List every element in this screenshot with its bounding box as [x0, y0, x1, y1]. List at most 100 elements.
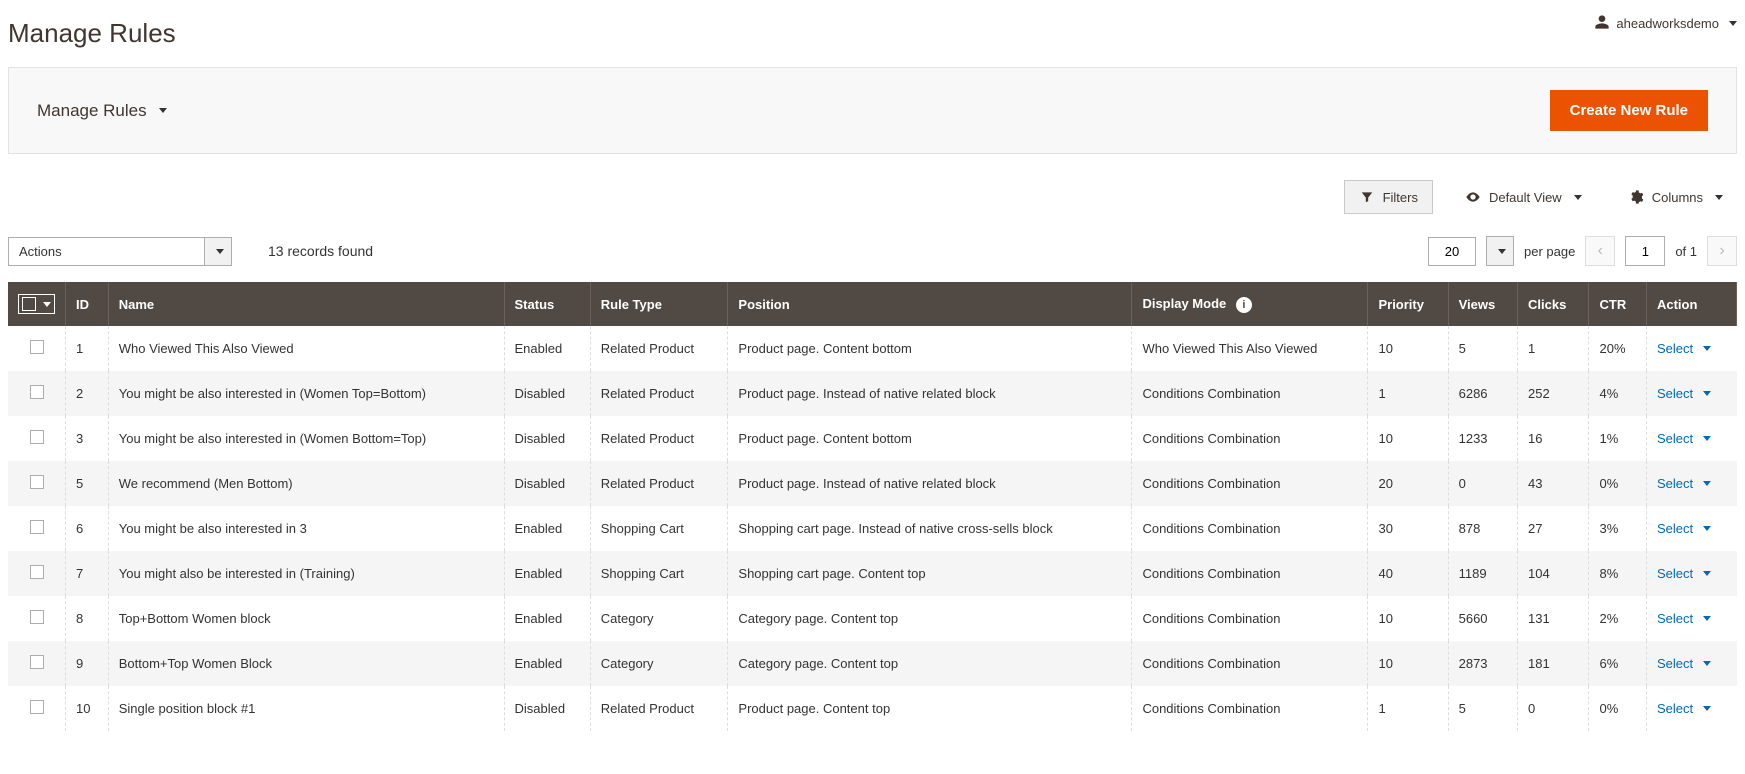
row-action-select[interactable]: Select: [1657, 476, 1711, 491]
cell-status: Disabled: [504, 416, 590, 461]
row-action-select[interactable]: Select: [1657, 386, 1711, 401]
chevron-down-icon: [1498, 249, 1506, 254]
cell-rule-type: Category: [590, 596, 728, 641]
cell-clicks: 181: [1518, 641, 1589, 686]
chevron-down-icon: [216, 249, 224, 254]
row-action-select[interactable]: Select: [1657, 701, 1711, 716]
cell-clicks: 1: [1518, 326, 1589, 371]
col-display-mode-label: Display Mode: [1142, 296, 1226, 311]
select-all-checkbox[interactable]: [18, 294, 55, 314]
cell-priority: 40: [1368, 551, 1448, 596]
chevron-down-icon: [1574, 195, 1582, 200]
cell-id: 3: [66, 416, 109, 461]
row-action-select[interactable]: Select: [1657, 521, 1711, 536]
cell-rule-type: Category: [590, 641, 728, 686]
row-action-select[interactable]: Select: [1657, 566, 1711, 581]
cell-ctr: 4%: [1589, 371, 1646, 416]
prev-page-button[interactable]: ‹: [1585, 236, 1615, 266]
cell-views: 6286: [1448, 371, 1517, 416]
row-checkbox[interactable]: [30, 610, 44, 624]
table-row[interactable]: 1Who Viewed This Also ViewedEnabledRelat…: [8, 326, 1737, 371]
cell-position: Category page. Content top: [728, 596, 1132, 641]
cell-status: Disabled: [504, 461, 590, 506]
user-menu[interactable]: aheadworksdemo: [1594, 14, 1737, 33]
cell-display-mode: Conditions Combination: [1132, 506, 1368, 551]
cell-priority: 20: [1368, 461, 1448, 506]
cell-views: 5: [1448, 326, 1517, 371]
cell-id: 8: [66, 596, 109, 641]
cell-views: 1189: [1448, 551, 1517, 596]
chevron-down-icon: [1703, 391, 1711, 396]
cell-status: Enabled: [504, 506, 590, 551]
actions-select[interactable]: Actions: [8, 237, 232, 266]
page-size-caret[interactable]: [1486, 236, 1514, 266]
table-row[interactable]: 3You might be also interested in (Women …: [8, 416, 1737, 461]
cell-views: 5660: [1448, 596, 1517, 641]
cell-id: 5: [66, 461, 109, 506]
filters-button[interactable]: Filters: [1344, 180, 1433, 214]
eye-icon: [1465, 189, 1481, 205]
col-priority[interactable]: Priority: [1368, 282, 1448, 326]
cell-ctr: 0%: [1589, 686, 1646, 731]
cell-position: Shopping cart page. Content top: [728, 551, 1132, 596]
col-position[interactable]: Position: [728, 282, 1132, 326]
cell-rule-type: Related Product: [590, 416, 728, 461]
cell-status: Disabled: [504, 686, 590, 731]
col-clicks[interactable]: Clicks: [1518, 282, 1589, 326]
table-row[interactable]: 2You might be also interested in (Women …: [8, 371, 1737, 416]
col-checkbox[interactable]: [8, 282, 66, 326]
row-checkbox[interactable]: [30, 385, 44, 399]
cell-name: Bottom+Top Women Block: [108, 641, 504, 686]
row-checkbox[interactable]: [30, 475, 44, 489]
col-display-mode[interactable]: Display Mode i: [1132, 282, 1368, 326]
cell-ctr: 1%: [1589, 416, 1646, 461]
columns-button[interactable]: Columns: [1614, 181, 1737, 213]
actions-select-caret[interactable]: [204, 237, 232, 266]
cell-name: Single position block #1: [108, 686, 504, 731]
breadcrumb[interactable]: Manage Rules: [37, 101, 167, 121]
cell-display-mode: Conditions Combination: [1132, 371, 1368, 416]
col-ctr[interactable]: CTR: [1589, 282, 1646, 326]
next-page-button[interactable]: ›: [1707, 236, 1737, 266]
col-rule-type[interactable]: Rule Type: [590, 282, 728, 326]
cell-id: 7: [66, 551, 109, 596]
row-action-select[interactable]: Select: [1657, 431, 1711, 446]
chevron-down-icon: [43, 302, 51, 307]
col-views[interactable]: Views: [1448, 282, 1517, 326]
default-view-button[interactable]: Default View: [1451, 181, 1596, 213]
table-row[interactable]: 8Top+Bottom Women blockEnabledCategoryCa…: [8, 596, 1737, 641]
row-checkbox[interactable]: [30, 655, 44, 669]
table-row[interactable]: 7You might also be interested in (Traini…: [8, 551, 1737, 596]
cell-id: 1: [66, 326, 109, 371]
row-checkbox[interactable]: [30, 565, 44, 579]
cell-clicks: 131: [1518, 596, 1589, 641]
info-icon[interactable]: i: [1236, 297, 1252, 313]
table-row[interactable]: 9Bottom+Top Women BlockEnabledCategoryCa…: [8, 641, 1737, 686]
cell-display-mode: Conditions Combination: [1132, 551, 1368, 596]
col-status[interactable]: Status: [504, 282, 590, 326]
chevron-down-icon: [1703, 616, 1711, 621]
row-action-select[interactable]: Select: [1657, 656, 1711, 671]
cell-priority: 1: [1368, 686, 1448, 731]
cell-position: Product page. Instead of native related …: [728, 371, 1132, 416]
col-id[interactable]: ID: [66, 282, 109, 326]
row-action-select[interactable]: Select: [1657, 611, 1711, 626]
table-row[interactable]: 5We recommend (Men Bottom)DisabledRelate…: [8, 461, 1737, 506]
create-new-rule-button[interactable]: Create New Rule: [1550, 90, 1708, 131]
row-action-select[interactable]: Select: [1657, 341, 1711, 356]
cell-priority: 1: [1368, 371, 1448, 416]
row-checkbox[interactable]: [30, 430, 44, 444]
col-name[interactable]: Name: [108, 282, 504, 326]
row-checkbox[interactable]: [30, 700, 44, 714]
row-checkbox[interactable]: [30, 340, 44, 354]
filters-label: Filters: [1383, 190, 1418, 205]
row-checkbox[interactable]: [30, 520, 44, 534]
cell-status: Enabled: [504, 326, 590, 371]
page-size-input[interactable]: [1428, 237, 1476, 266]
table-row[interactable]: 6You might be also interested in 3Enable…: [8, 506, 1737, 551]
page-number-input[interactable]: [1625, 236, 1665, 266]
user-name: aheadworksdemo: [1616, 16, 1719, 31]
table-row[interactable]: 10Single position block #1DisabledRelate…: [8, 686, 1737, 731]
cell-views: 1233: [1448, 416, 1517, 461]
cell-display-mode: Conditions Combination: [1132, 416, 1368, 461]
